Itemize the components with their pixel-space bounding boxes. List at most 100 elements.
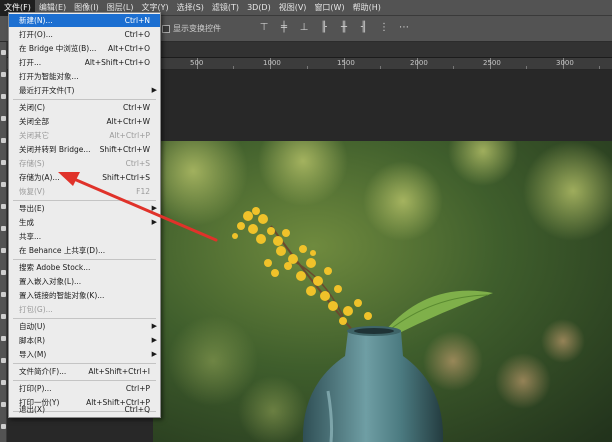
ruler-label: 2000 — [410, 59, 428, 67]
menu-item-share-on-behance[interactable]: 在 Behance 上共享(D)... — [9, 244, 160, 257]
ruler-label: 1500 — [337, 59, 355, 67]
submenu-arrow-icon: ▶ — [151, 322, 157, 330]
ruler-label: 500 — [190, 59, 204, 67]
submenu-arrow-icon: ▶ — [151, 218, 157, 226]
menu-item-shortcut: Ctrl+Q — [124, 405, 150, 414]
menu-item-label: 打开(O)... — [19, 30, 53, 39]
menu-item-save[interactable]: 存储(S) Ctrl+S — [9, 157, 160, 170]
align-buttons: ⊤ ╪ ⊥ ╟ ╫ ╢ ⋮ ⋯ — [258, 22, 410, 34]
menu-item-label: 在 Bridge 中浏览(B)... — [19, 44, 97, 53]
menu-item-close-and-go-to-bridge[interactable]: 关闭并转到 Bridge... Shift+Ctrl+W — [9, 143, 160, 156]
show-transform-controls-label: 显示变换控件 — [173, 24, 221, 33]
menu-item-print[interactable]: 打印(P)... Ctrl+P — [9, 382, 160, 395]
submenu-arrow-icon: ▶ — [151, 350, 157, 358]
menu-item-shortcut: F12 — [136, 187, 150, 196]
menu-help[interactable]: 帮助(H) — [349, 0, 385, 16]
menu-item-label: 打包(G)... — [19, 305, 53, 314]
history-brush-tool-icon[interactable] — [1, 248, 6, 253]
align-center-icon[interactable]: ╫ — [338, 22, 350, 34]
pen-tool-icon[interactable] — [1, 358, 6, 363]
align-right-icon[interactable]: ╢ — [358, 22, 370, 34]
menu-separator — [13, 318, 156, 319]
menu-item-share[interactable]: 共享... — [9, 230, 160, 243]
menu-item-revert[interactable]: 恢复(V) F12 — [9, 185, 160, 198]
menu-item-open-as-smart-object[interactable]: 打开为智能对象... — [9, 70, 160, 83]
stamp-tool-icon[interactable] — [1, 226, 6, 231]
menu-view[interactable]: 视图(V) — [275, 0, 311, 16]
path-select-tool-icon[interactable] — [1, 402, 6, 407]
photo-osmanthus-vase — [153, 141, 612, 442]
align-middle-icon[interactable]: ╪ — [278, 22, 290, 34]
menu-window[interactable]: 窗口(W) — [310, 0, 348, 16]
menu-3d[interactable]: 3D(D) — [243, 0, 275, 16]
distribute-icon[interactable]: ⋮ — [378, 22, 390, 34]
menu-item-import[interactable]: 导入(M) ▶ — [9, 348, 160, 361]
align-left-icon[interactable]: ╟ — [318, 22, 330, 34]
menu-item-file-info[interactable]: 文件简介(F)... Alt+Shift+Ctrl+I — [9, 365, 160, 378]
submenu-arrow-icon: ▶ — [151, 336, 157, 344]
brush-tool-icon[interactable] — [1, 204, 6, 209]
menu-item-package[interactable]: 打包(G)... — [9, 303, 160, 316]
quick-select-tool-icon[interactable] — [1, 116, 6, 121]
menu-separator — [13, 99, 156, 100]
menu-item-label: 导入(M) — [19, 350, 47, 359]
menu-item-automate[interactable]: 自动(U) ▶ — [9, 320, 160, 333]
hand-tool-icon[interactable] — [1, 424, 6, 429]
menu-item-open[interactable]: 打开(O)... Ctrl+O — [9, 28, 160, 41]
type-tool-icon[interactable] — [1, 380, 6, 385]
menu-item-shortcut: Ctrl+N — [124, 16, 150, 25]
menu-item-shortcut: Alt+Ctrl+O — [108, 44, 150, 53]
menu-item-open-as[interactable]: 打开... Alt+Shift+Ctrl+O — [9, 56, 160, 69]
menu-item-search-adobe-stock[interactable]: 搜索 Adobe Stock... — [9, 261, 160, 274]
checkbox-icon[interactable] — [162, 24, 170, 33]
menu-item-close[interactable]: 关闭(C) Ctrl+W — [9, 101, 160, 114]
menu-item-label: 置入嵌入对象(L)... — [19, 277, 82, 286]
menu-item-shortcut: Ctrl+S — [125, 159, 150, 168]
submenu-arrow-icon: ▶ — [151, 204, 157, 212]
crop-tool-icon[interactable] — [1, 138, 6, 143]
menu-item-place-linked[interactable]: 置入链接的智能对象(K)... — [9, 289, 160, 302]
menu-item-place-embedded[interactable]: 置入嵌入对象(L)... — [9, 275, 160, 288]
menu-item-generate[interactable]: 生成 ▶ — [9, 216, 160, 229]
menu-item-label: 打开为智能对象... — [19, 72, 79, 81]
lasso-tool-icon[interactable] — [1, 94, 6, 99]
distribute-h-icon[interactable]: ⋯ — [398, 22, 410, 34]
menu-item-label: 退出(X) — [19, 405, 45, 414]
healing-tool-icon[interactable] — [1, 182, 6, 187]
blur-tool-icon[interactable] — [1, 314, 6, 319]
menu-item-label: 生成 — [19, 218, 34, 227]
menu-item-new[interactable]: 新建(N)... Ctrl+N — [9, 14, 160, 27]
ruler-label: 1000 — [263, 59, 281, 67]
move-tool-icon[interactable] — [1, 50, 6, 55]
eraser-tool-icon[interactable] — [1, 270, 6, 275]
menu-item-save-as[interactable]: 存储为(A)... Shift+Ctrl+S — [9, 171, 160, 184]
menu-item-browse-in-bridge[interactable]: 在 Bridge 中浏览(B)... Alt+Ctrl+O — [9, 42, 160, 55]
submenu-arrow-icon: ▶ — [151, 86, 157, 94]
menu-item-label: 恢复(V) — [19, 187, 45, 196]
show-transform-controls[interactable]: 显示变换控件 — [162, 23, 221, 34]
menu-filter[interactable]: 滤镜(T) — [208, 0, 243, 16]
eyedropper-tool-icon[interactable] — [1, 160, 6, 165]
menu-item-export[interactable]: 导出(E) ▶ — [9, 202, 160, 215]
menu-item-close-all[interactable]: 关闭全部 Alt+Ctrl+W — [9, 115, 160, 128]
menu-separator — [13, 200, 156, 201]
align-bottom-icon[interactable]: ⊥ — [298, 22, 310, 34]
menu-item-close-others[interactable]: 关闭其它 Alt+Ctrl+P — [9, 129, 160, 142]
menu-item-shortcut: Shift+Ctrl+W — [99, 145, 150, 154]
menu-item-shortcut: Alt+Shift+Ctrl+I — [88, 367, 150, 376]
menu-item-label: 存储为(A)... — [19, 173, 60, 182]
ruler-label: 3000 — [556, 59, 574, 67]
gradient-tool-icon[interactable] — [1, 292, 6, 297]
menu-separator — [13, 380, 156, 381]
menu-item-exit[interactable]: 退出(X) Ctrl+Q — [9, 403, 160, 416]
marquee-tool-icon[interactable] — [1, 72, 6, 77]
align-top-icon[interactable]: ⊤ — [258, 22, 270, 34]
menu-item-label: 关闭(C) — [19, 103, 46, 112]
canvas-image — [153, 141, 612, 442]
menu-item-shortcut: Alt+Ctrl+P — [109, 131, 150, 140]
menu-item-recent-files[interactable]: 最近打开文件(T) ▶ — [9, 84, 160, 97]
menu-item-scripts[interactable]: 脚本(R) ▶ — [9, 334, 160, 347]
dodge-tool-icon[interactable] — [1, 336, 6, 341]
menu-select[interactable]: 选择(S) — [173, 0, 208, 16]
menu-item-shortcut: Alt+Shift+Ctrl+O — [84, 58, 150, 67]
